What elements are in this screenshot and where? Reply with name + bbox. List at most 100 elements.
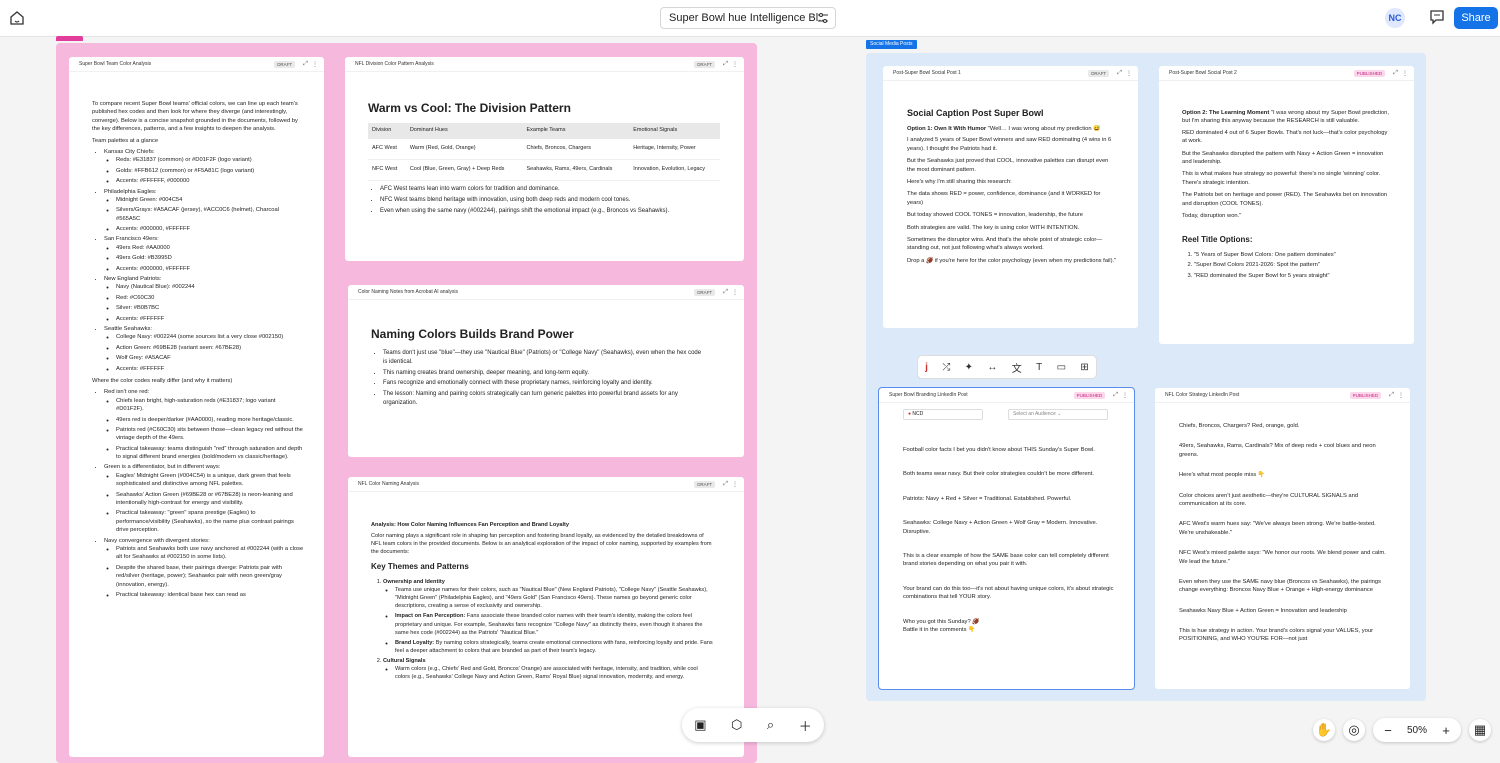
comment-icon[interactable] [1428,8,1446,26]
status-badge: DRAFT [1088,69,1110,77]
more-icon[interactable]: ⋮ [1126,70,1132,77]
more-icon[interactable]: ⋮ [1402,70,1408,77]
post-paragraph: Today, disruption won." [1182,212,1242,219]
list-item: Practical takeaway: teams distinguish "r… [116,445,304,462]
more-icon[interactable]: ⋮ [312,61,318,68]
group-name: Seattle Seahawks: [104,325,153,332]
list-item: "5 Years of Super Bowl Colors: One patte… [1194,251,1390,259]
sub-list: Midnight Green: #004C54 Silvers/Grays: #A… [104,196,304,234]
card-linkedin-branding[interactable]: Super Bowl Branding LinkedIn Post PUBLIS… [878,387,1135,690]
list-item: This naming creates brand ownership, dee… [383,369,704,378]
expand-icon[interactable]: ⤢ [723,481,728,488]
post-paragraph: Here's why I'm still sharing this resear… [907,179,1012,185]
card-naming-notes[interactable]: Color Naming Notes from Acrobat AI analy… [348,285,744,457]
shuffle-icon[interactable]: ⤮ [942,362,950,373]
status-badge: DRAFT [694,60,716,68]
group-tab[interactable] [56,36,83,41]
expand-icon[interactable]: ⤢ [303,61,308,68]
add-icon[interactable]: ＋ [799,716,812,735]
post-body: Football color facts I bet you didn't kn… [903,446,1114,634]
tune-icon[interactable] [817,12,829,24]
list-item: Despite the shared base, their pairings … [116,564,304,589]
card-header: Color Naming Notes from Acrobat AI analy… [348,285,744,300]
status-badge: DRAFT [274,60,296,68]
card-heading: Social Caption Post Super Bowl [907,108,1044,118]
group-label[interactable]: Social Media Posts [866,40,917,49]
home-icon[interactable] [6,7,28,29]
share-button[interactable]: Share [1454,7,1498,29]
fit-icon[interactable]: ◎ [1343,719,1365,741]
option-text: Option 1: Own It With Humor "Well… I was… [907,125,1118,133]
search-icon[interactable]: ⌕ [767,717,774,733]
expand-icon[interactable]: ⤢ [1113,392,1118,399]
sub-list: College Navy: #002244 (some sources list… [104,333,304,373]
card-social-post-2[interactable]: Post-Super Bowl Social Post 2 PUBLISHED … [1159,66,1414,344]
expand-icon[interactable]: ⤢ [1393,70,1398,77]
card-division-pattern[interactable]: NFL Division Color Pattern Analysis DRAF… [345,57,744,261]
layout-icon[interactable]: ⊞ [1080,362,1088,373]
grid-icon[interactable]: ▦ [1469,719,1492,741]
post-paragraph: But the Seahawks just proved that COOL, … [907,158,1109,173]
more-icon[interactable]: ⋮ [732,481,738,488]
post-paragraph: Here's what most people miss 👇 [1179,472,1265,479]
card-social-post-1[interactable]: Post-Super Bowl Social Post 1 DRAFT ⤢ ⋮ … [883,66,1138,328]
list-item: "RED dominated the Super Bowl for 5 year… [1194,272,1390,280]
sub-list: Navy (Nautical Blue): #002244 Red: #C60C3… [104,283,304,323]
more-icon[interactable]: ⋮ [1398,392,1404,399]
card-heading: Naming Colors Builds Brand Power [371,327,574,341]
sub-list: Chiefs lean bright, high-saturation reds… [104,397,304,462]
bullet-list: AFC West teams lean into warm colors for… [368,185,720,215]
section-heading: Where the color codes really differ (and… [92,377,233,384]
expand-icon[interactable]: ⤢ [723,289,728,296]
option-label: Option 2: The Learning Moment [1182,110,1270,116]
list-item: Navy (Nautical Blue): #002244 [116,283,304,291]
reel-list: "5 Years of Super Bowl Colors: One patte… [1182,251,1390,280]
item-heading: Ownership and Identity [383,579,445,586]
status-badge: PUBLISHED [1353,69,1386,77]
expand-icon[interactable]: ⤢ [1389,392,1394,399]
card-header: Super Bowl Team Color Analysis DRAFT ⤢ ⋮ [69,57,324,72]
card-header: Post-Super Bowl Social Post 2 PUBLISHED … [1159,66,1414,81]
item-text: By naming colors strategically, teams cr… [395,639,713,654]
list-item: "Super Bowl Colors 2021-2026: Spot the p… [1194,261,1390,269]
list-item: Silver: #B0B7BC [116,304,304,312]
list-item: Kansas City Chiefs:Reds: #E31837 (common… [104,148,304,186]
card-title: NFL Color Naming Analysis [358,481,419,487]
list-item: College Navy: #002244 (some sources list… [116,333,304,341]
list-item: Even when using the same navy (#002244),… [380,207,720,216]
document-title[interactable]: Super Bowl hue Intelligence Bl... [660,7,836,29]
audience-value: Select an Audience [1013,411,1056,417]
sub-list: Patriots and Seahawks both use navy anch… [104,545,304,599]
table-header: Example Teams [522,123,630,140]
card-team-color-analysis[interactable]: Super Bowl Team Color Analysis DRAFT ⤢ ⋮… [69,57,324,757]
table-cell: Heritage, Intensity, Power [629,139,720,161]
text-icon[interactable]: T [1036,362,1042,373]
expand-icon[interactable]: ⤢ [723,61,728,68]
document-title-text: Super Bowl hue Intelligence Bl... [669,12,828,24]
more-icon[interactable]: ⋮ [1122,392,1128,399]
zoom-out-icon[interactable]: − [1377,719,1399,741]
zoom-in-icon[interactable]: + [1435,719,1458,741]
list-item: Patriots red (#C60C30) sits between thos… [116,426,304,443]
expand-icon[interactable]: ⤢ [1117,70,1122,77]
more-icon[interactable]: ⋮ [732,289,738,296]
hand-icon[interactable]: ✋ [1313,719,1335,741]
card-header: Post-Super Bowl Social Post 1 DRAFT ⤢ ⋮ [883,66,1138,81]
avatar[interactable]: NC [1385,8,1405,28]
post-body: I analyzed 5 years of Super Bowl winners… [907,136,1118,265]
brand-icon[interactable]: j [925,362,928,373]
post-paragraph: The Patriots bet on heritage and power (… [1182,192,1388,207]
post-paragraph: But the Seahawks disrupted the pattern w… [1182,150,1384,165]
more-icon[interactable]: ⋮ [732,61,738,68]
resize-icon[interactable]: ↔ [987,362,997,373]
post-paragraph: Seahawks Navy Blue + Action Green = Inno… [1179,607,1347,614]
comment-icon[interactable]: ▭ [1057,362,1066,373]
table-header: Division [368,123,406,140]
translate-icon[interactable]: 文 [1012,360,1022,375]
magic-wand-icon[interactable]: ✦ [965,362,973,373]
list-item: San Francisco 49ers:49ers Red: #AA000049… [104,235,304,273]
cube-icon[interactable]: ⬡ [731,717,742,733]
comments-icon[interactable]: ▣ [694,717,706,733]
card-linkedin-strategy[interactable]: NFL Color Strategy LinkedIn Post PUBLISH… [1155,388,1410,689]
format-toolbar: j ⤮ ✦ ↔ 文 T ▭ ⊞ [917,355,1097,379]
